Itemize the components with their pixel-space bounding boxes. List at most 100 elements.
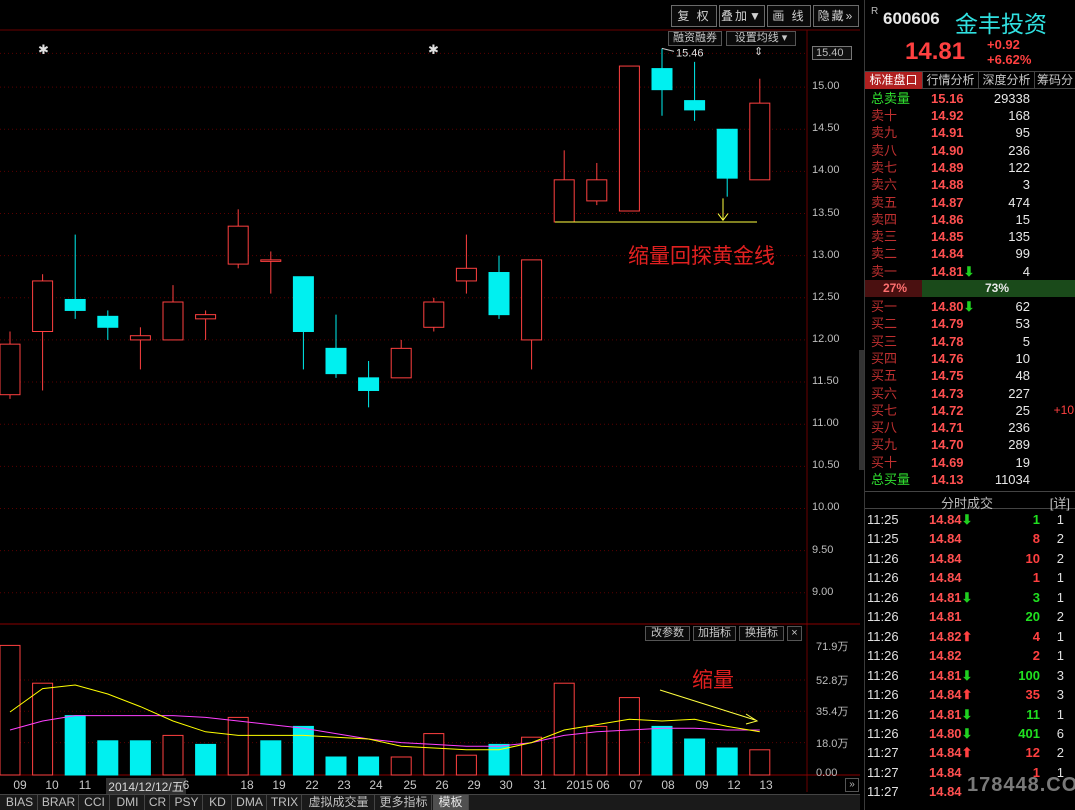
indicator-tab-模板[interactable]: 模板	[433, 795, 469, 810]
order-level-row[interactable]: 买二 14.79 53	[865, 315, 1075, 332]
quote-tab[interactable]: 行情分析	[923, 72, 979, 89]
tick-row[interactable]: 11:26 14.80⬇ 401 6	[865, 724, 1075, 743]
level-label: 买二	[871, 316, 898, 332]
set-ma-button[interactable]: 设置均线 ▾	[726, 31, 796, 46]
volume-tick-label: 71.9万	[816, 640, 849, 653]
close-indicator-button[interactable]: ×	[787, 626, 802, 641]
indicator-tab-kd[interactable]: KD	[204, 795, 232, 810]
order-level-row[interactable]: 买六 14.73 227	[865, 385, 1075, 402]
tick-row[interactable]: 11:26 14.81⬇ 100 3	[865, 666, 1075, 685]
tick-row[interactable]: 11:26 14.81 20 2	[865, 607, 1075, 626]
tick-volume: 8	[1032, 531, 1040, 547]
level-price: 14.86	[931, 211, 964, 227]
volume-bar-down	[260, 740, 282, 776]
draw-line-button[interactable]: 画 线	[767, 5, 811, 27]
order-level-row[interactable]: 卖七 14.89 122	[865, 159, 1075, 176]
indicator-tab-bias[interactable]: BIAS	[2, 795, 38, 810]
indicator-tab-cci[interactable]: CCI	[80, 795, 110, 810]
order-level-row[interactable]: 卖一 14.81⬇ 4	[865, 263, 1075, 280]
price-tick-label: 10.00	[812, 501, 840, 514]
indicator-tab-psy[interactable]: PSY	[171, 795, 203, 810]
swap-indicator-button[interactable]: 换指标	[739, 626, 784, 641]
add-indicator-button[interactable]: 加指标	[693, 626, 736, 641]
indicator-tab-brar[interactable]: BRAR	[39, 795, 79, 810]
scroll-right-icon[interactable]: »	[845, 778, 859, 792]
order-total-row[interactable]: 总卖量 15.16 29338	[865, 90, 1075, 107]
tick-row[interactable]: 11:27 14.84⬆ 12 2	[865, 743, 1075, 762]
level-qty: 289	[1008, 437, 1030, 453]
tick-row[interactable]: 11:25 14.84 8 2	[865, 529, 1075, 548]
candle-up	[0, 343, 21, 396]
change-params-button[interactable]: 改参数	[645, 626, 690, 641]
quote-tab[interactable]: 筹码分	[1035, 72, 1075, 89]
price-tick-label: 12.00	[812, 332, 840, 345]
order-level-row[interactable]: 卖六 14.88 3	[865, 176, 1075, 193]
order-level-row[interactable]: 卖三 14.85 135	[865, 228, 1075, 245]
high-marker-label: 15.46	[676, 47, 704, 59]
order-level-row[interactable]: 卖四 14.86 15	[865, 211, 1075, 228]
watermark: 178448.COM	[967, 774, 1075, 796]
order-level-row[interactable]: 买一 14.80⬇ 62	[865, 298, 1075, 315]
order-level-row[interactable]: 卖二 14.84 99	[865, 245, 1075, 262]
tick-row[interactable]: 11:25 14.84⬇ 1 1	[865, 510, 1075, 529]
volume-bar-up	[423, 733, 445, 776]
price-tick-label: 11.50	[812, 375, 839, 388]
order-level-row[interactable]: 买五 14.75 48	[865, 367, 1075, 384]
event-star-icon[interactable]: ✱	[38, 42, 49, 58]
order-level-row[interactable]: 买十 14.69 19	[865, 454, 1075, 471]
tick-row[interactable]: 11:26 14.81⬇ 3 1	[865, 588, 1075, 607]
price-change: +0.92	[987, 37, 1020, 52]
tick-row[interactable]: 11:26 14.84⬆ 35 3	[865, 685, 1075, 704]
order-level-row[interactable]: 卖五 14.87 474	[865, 194, 1075, 211]
level-price: 14.69	[931, 454, 964, 470]
order-level-row[interactable]: 卖八 14.90 236	[865, 142, 1075, 159]
tick-row[interactable]: 11:26 14.84 10 2	[865, 549, 1075, 568]
order-level-row[interactable]: 买九 14.70 289	[865, 436, 1075, 453]
event-star-icon[interactable]: ✱	[428, 42, 439, 58]
tick-row[interactable]: 11:26 14.82 2 1	[865, 646, 1075, 665]
indicator-tab-cr[interactable]: CR	[146, 795, 170, 810]
indicator-tab-更多指标[interactable]: 更多指标	[376, 795, 432, 810]
tick-volume: 1	[1032, 512, 1040, 527]
volume-ma5-line	[9, 684, 760, 751]
restore-rights-button[interactable]: 复 权	[671, 5, 717, 27]
price-tick-label: 14.00	[812, 164, 840, 177]
kline-chart-panel[interactable]: 15.46 ⇕ 复 权 叠加▼ 画 线 隐藏» 融资融券 设置均线 ▾ ✱ ✱ 1…	[0, 0, 860, 810]
level-label: 卖十	[871, 108, 898, 123]
level-label: 卖一	[871, 263, 898, 279]
quote-tab[interactable]: 标准盘口	[865, 72, 923, 89]
hide-button[interactable]: 隐藏»	[813, 5, 859, 27]
ratio-left-label: 27%	[883, 281, 908, 295]
level-label: 买八	[871, 420, 898, 436]
order-total-row[interactable]: 总买量 14.13 11034	[865, 471, 1075, 488]
volume-bar-up	[162, 734, 184, 776]
tick-price: 14.84⬆	[929, 687, 973, 703]
tick-time: 11:26	[867, 687, 899, 703]
last-price: 14.81	[905, 38, 966, 65]
order-level-row[interactable]: 买八 14.71 236	[865, 419, 1075, 436]
tick-row[interactable]: 11:26 14.81⬇ 11 1	[865, 705, 1075, 724]
margin-trading-button[interactable]: 融资融券	[668, 31, 722, 46]
order-level-row[interactable]: 买七 14.72 25 +10	[865, 402, 1075, 419]
quote-tab[interactable]: 深度分析	[979, 72, 1035, 89]
order-level-row[interactable]: 买四 14.76 10	[865, 350, 1075, 367]
overlay-button[interactable]: 叠加▼	[719, 5, 765, 27]
indicator-tab-trix[interactable]: TRIX	[268, 795, 302, 810]
indicator-tab-dma[interactable]: DMA	[233, 795, 267, 810]
indicator-tab-dmi[interactable]: DMI	[111, 795, 145, 810]
candle-down	[292, 276, 314, 332]
tick-count: 2	[1056, 745, 1064, 761]
tick-row[interactable]: 11:26 14.82⬆ 4 1	[865, 627, 1075, 646]
candle-down	[97, 315, 119, 328]
order-level-row[interactable]: 卖十 14.92 168	[865, 107, 1075, 124]
indicator-tab-虚拟成交量[interactable]: 虚拟成交量	[303, 795, 375, 810]
order-level-row[interactable]: 卖九 14.91 95	[865, 124, 1075, 141]
tick-row[interactable]: 11:26 14.84 1 1	[865, 568, 1075, 587]
tick-price: 14.81	[929, 609, 962, 625]
tick-price: 14.80⬇	[929, 725, 973, 741]
order-level-row[interactable]: 买三 14.78 5	[865, 333, 1075, 350]
tick-volume: 11	[1026, 706, 1040, 722]
level-price: 14.13	[931, 472, 964, 487]
level-price: 14.81⬇	[931, 263, 975, 279]
tick-price: 14.84	[929, 550, 962, 566]
